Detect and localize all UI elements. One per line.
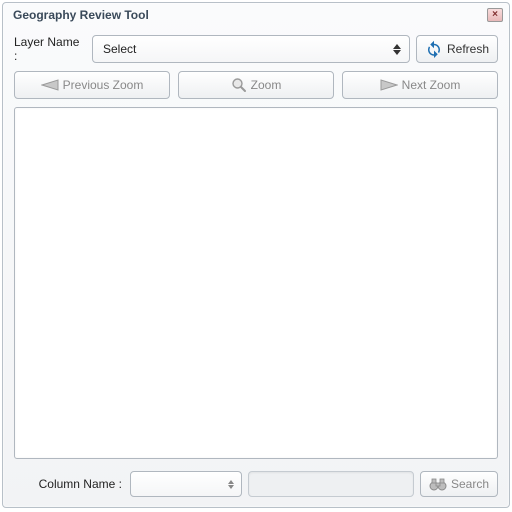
magnifier-icon xyxy=(231,77,247,93)
column-name-select[interactable] xyxy=(130,471,242,497)
column-name-label: Column Name : xyxy=(14,477,124,491)
search-button-label: Search xyxy=(451,477,489,491)
refresh-button-label: Refresh xyxy=(447,42,489,56)
next-zoom-button[interactable]: Next Zoom xyxy=(342,71,498,99)
titlebar: Geography Review Tool × xyxy=(3,3,509,27)
binoculars-icon xyxy=(429,477,447,491)
chevron-updown-icon xyxy=(393,44,403,55)
panel-body: Layer Name : Select Refresh xyxy=(3,27,509,507)
zoom-toolbar: Previous Zoom Zoom Next Zoom xyxy=(14,71,498,99)
search-input[interactable] xyxy=(248,471,414,497)
next-zoom-label: Next Zoom xyxy=(402,78,461,92)
map-canvas[interactable] xyxy=(14,107,498,459)
close-icon: × xyxy=(492,10,498,20)
triangle-left-icon xyxy=(41,79,59,91)
close-button[interactable]: × xyxy=(487,8,503,22)
layer-name-label: Layer Name : xyxy=(14,35,86,63)
previous-zoom-button[interactable]: Previous Zoom xyxy=(14,71,170,99)
zoom-label: Zoom xyxy=(251,78,282,92)
previous-zoom-label: Previous Zoom xyxy=(63,78,144,92)
refresh-icon xyxy=(425,40,443,58)
refresh-button[interactable]: Refresh xyxy=(416,35,498,63)
search-row: Column Name : xyxy=(14,471,498,497)
chevron-updown-icon xyxy=(228,480,236,489)
layer-row: Layer Name : Select Refresh xyxy=(14,35,498,63)
geography-review-panel: Geography Review Tool × Layer Name : Sel… xyxy=(2,2,510,508)
layer-name-select[interactable]: Select xyxy=(92,35,410,63)
search-button[interactable]: Search xyxy=(420,471,498,497)
window-title: Geography Review Tool xyxy=(13,8,149,22)
layer-name-selected: Select xyxy=(103,42,393,56)
zoom-button[interactable]: Zoom xyxy=(178,71,334,99)
triangle-right-icon xyxy=(380,79,398,91)
